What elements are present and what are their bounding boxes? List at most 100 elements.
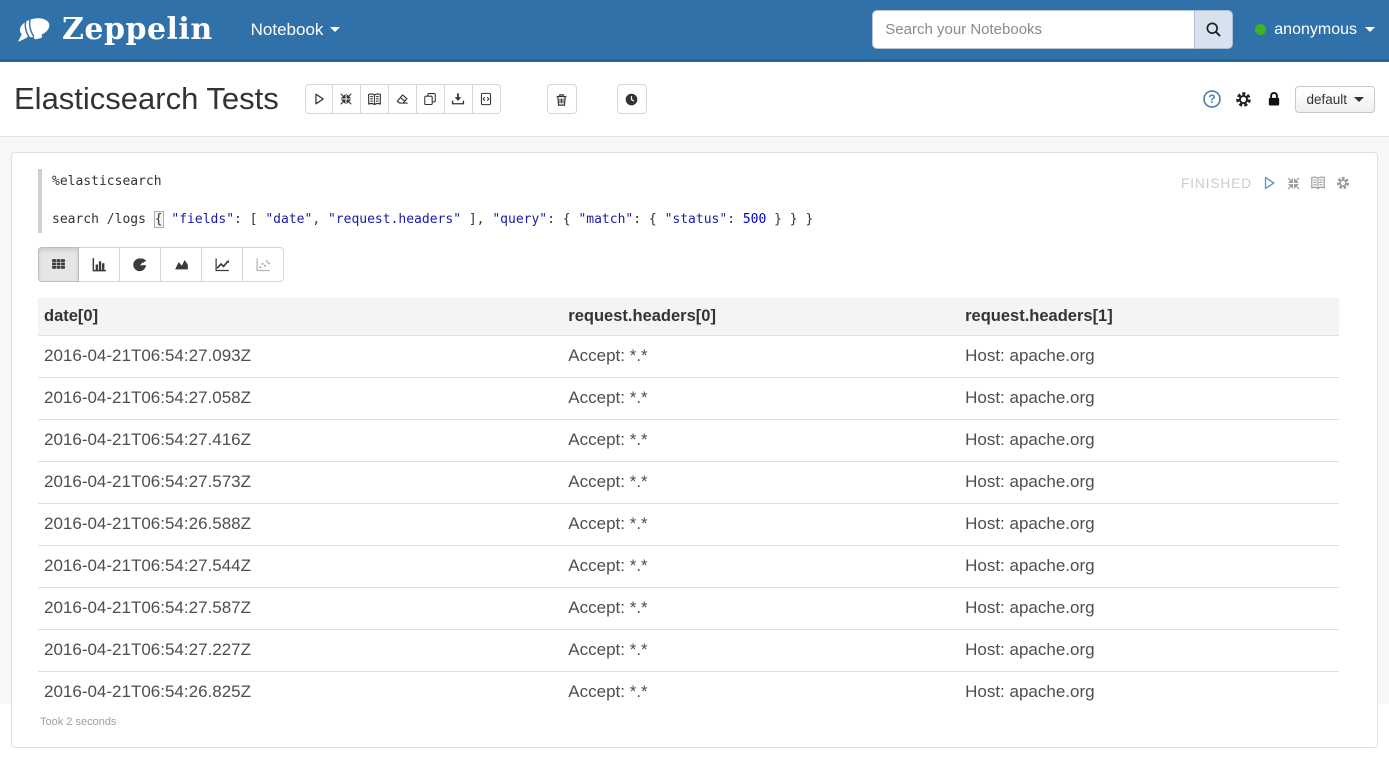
interpreter-binding-dropdown[interactable]: default xyxy=(1295,86,1375,113)
table-row: 2016-04-21T06:54:26.588ZAccept: *.*Host:… xyxy=(38,504,1339,546)
toggle-output-button[interactable] xyxy=(361,84,389,114)
permissions-button[interactable] xyxy=(1265,90,1283,108)
clock-icon xyxy=(624,92,639,107)
table-cell: Host: apache.org xyxy=(959,336,1339,378)
table-header-row: date[0]request.headers[0]request.headers… xyxy=(38,298,1339,336)
help-button[interactable] xyxy=(1202,89,1222,109)
table-row: 2016-04-21T06:54:27.093ZAccept: *.*Host:… xyxy=(38,336,1339,378)
bar-chart-button[interactable] xyxy=(79,247,120,282)
gear-icon xyxy=(1234,90,1253,109)
table-row: 2016-04-21T06:54:27.544ZAccept: *.*Host:… xyxy=(38,546,1339,588)
search-icon xyxy=(1205,21,1222,38)
table-row: 2016-04-21T06:54:27.416ZAccept: *.*Host:… xyxy=(38,420,1339,462)
lock-icon xyxy=(1265,90,1283,108)
column-header[interactable]: request.headers[0] xyxy=(562,298,959,336)
caret-down-icon xyxy=(330,27,340,32)
paragraph-settings-button[interactable] xyxy=(1335,175,1351,191)
note-settings-button[interactable] xyxy=(1234,90,1253,109)
commit-note-button[interactable] xyxy=(473,84,501,114)
compress-icon xyxy=(1286,176,1301,191)
table-cell: Accept: *.* xyxy=(562,504,959,546)
note-title[interactable]: Elasticsearch Tests xyxy=(14,81,279,117)
table-cell: Host: apache.org xyxy=(959,588,1339,630)
clone-note-button[interactable] xyxy=(417,84,445,114)
area-chart-icon xyxy=(173,256,190,273)
result-table: date[0]request.headers[0]request.headers… xyxy=(38,298,1339,713)
pie-chart-icon xyxy=(132,256,149,273)
clear-output-button[interactable] xyxy=(389,84,417,114)
toggle-editor-button[interactable] xyxy=(1286,176,1301,191)
table-cell: Accept: *.* xyxy=(562,588,959,630)
search-input[interactable] xyxy=(872,10,1194,49)
table-cell: Host: apache.org xyxy=(959,462,1339,504)
table-cell: 2016-04-21T06:54:27.573Z xyxy=(38,462,562,504)
table-cell: 2016-04-21T06:54:27.058Z xyxy=(38,378,562,420)
run-paragraph-button[interactable] xyxy=(1261,175,1277,191)
table-cell: Accept: *.* xyxy=(562,462,959,504)
blank-line xyxy=(52,191,1353,210)
table-row: 2016-04-21T06:54:27.573ZAccept: *.*Host:… xyxy=(38,462,1339,504)
play-icon xyxy=(1261,175,1277,191)
scatter-chart-button[interactable] xyxy=(243,247,284,282)
interpreter-binding-label: default xyxy=(1306,92,1347,107)
toggle-output-button[interactable] xyxy=(1310,175,1326,191)
notebook-menu-label: Notebook xyxy=(251,20,324,40)
notebook-search xyxy=(872,10,1233,49)
table-cell: Host: apache.org xyxy=(959,378,1339,420)
clone-icon xyxy=(423,92,437,106)
code-token: "match" xyxy=(578,212,633,227)
export-note-button[interactable] xyxy=(445,84,473,114)
notebook-menu[interactable]: Notebook xyxy=(251,20,341,40)
brand[interactable]: Zeppelin xyxy=(14,12,213,47)
table-row: 2016-04-21T06:54:27.058ZAccept: *.*Host:… xyxy=(38,378,1339,420)
code-editor[interactable]: %elasticsearch search /logs { "fields": … xyxy=(38,169,1353,233)
scatter-chart-icon xyxy=(255,256,272,273)
table-cell: Accept: *.* xyxy=(562,420,959,462)
area-chart-button[interactable] xyxy=(161,247,202,282)
note-body: FINISHED %elasticsearch search /logs { "… xyxy=(0,137,1389,704)
caret-down-icon xyxy=(1354,97,1364,102)
user-status-dot xyxy=(1255,24,1266,35)
table-view-button[interactable] xyxy=(38,247,79,282)
bar-chart-icon xyxy=(91,256,108,273)
code-token: : { xyxy=(547,212,578,227)
code-token: 500 xyxy=(743,212,766,227)
toggle-code-button[interactable] xyxy=(333,84,361,114)
table-cell: 2016-04-21T06:54:27.093Z xyxy=(38,336,562,378)
interpreter-directive: %elasticsearch xyxy=(52,172,1353,191)
table-cell: Accept: *.* xyxy=(562,378,959,420)
code-token: , xyxy=(312,212,328,227)
pie-chart-button[interactable] xyxy=(120,247,161,282)
table-cell: Accept: *.* xyxy=(562,546,959,588)
code-token: "status" xyxy=(665,212,728,227)
code-export-icon xyxy=(479,92,493,106)
zeppelin-logo-icon xyxy=(14,15,54,44)
table-cell: Host: apache.org xyxy=(959,546,1339,588)
note-titlebar: Elasticsearch Tests xyxy=(0,62,1389,137)
paragraph-status-row: FINISHED xyxy=(1181,175,1351,191)
display-type-toolbar xyxy=(38,247,1353,282)
delete-note-button[interactable] xyxy=(547,84,577,114)
code-token: ], xyxy=(461,212,492,227)
column-header[interactable]: request.headers[1] xyxy=(959,298,1339,336)
top-navbar: Zeppelin Notebook anonymous xyxy=(0,0,1389,62)
table-cell: 2016-04-21T06:54:27.227Z xyxy=(38,630,562,672)
run-all-button[interactable] xyxy=(305,84,333,114)
note-action-toolbar xyxy=(305,84,501,114)
download-icon xyxy=(451,92,465,106)
scheduler-button[interactable] xyxy=(617,84,647,114)
code-line: search /logs { "fields": [ "date", "requ… xyxy=(52,210,1353,229)
code-token: { xyxy=(154,211,164,228)
search-button[interactable] xyxy=(1194,10,1233,49)
compress-icon xyxy=(339,92,353,106)
note-right-controls: default xyxy=(1202,86,1375,113)
column-header[interactable]: date[0] xyxy=(38,298,562,336)
table-cell: Host: apache.org xyxy=(959,672,1339,714)
code-token: "date" xyxy=(265,212,312,227)
book-icon xyxy=(1310,175,1326,191)
line-chart-button[interactable] xyxy=(202,247,243,282)
user-menu[interactable]: anonymous xyxy=(1255,21,1375,39)
table-cell: Accept: *.* xyxy=(562,672,959,714)
book-icon xyxy=(367,92,382,107)
table-cell: Host: apache.org xyxy=(959,630,1339,672)
